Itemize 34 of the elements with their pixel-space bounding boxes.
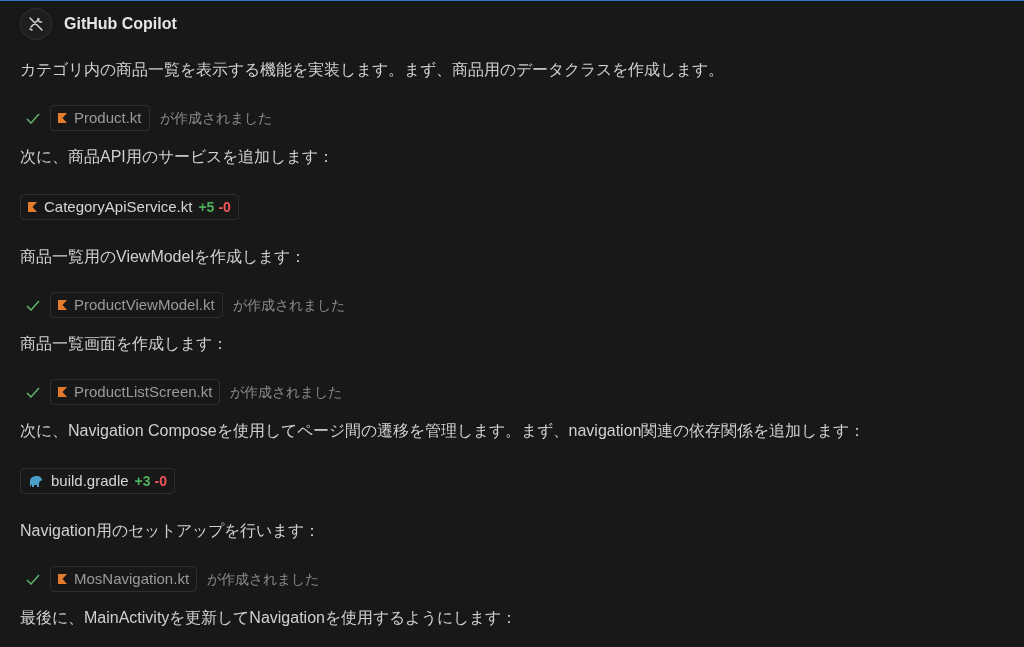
added-count: +3 (134, 471, 151, 491)
message-text: 商品一覧画面を作成します： (20, 334, 229, 354)
elephant-icon (28, 475, 44, 487)
kotlin-file-icon (58, 574, 67, 584)
file-chip[interactable]: CategoryApiService.kt +5 -0 (20, 194, 239, 220)
file-chip[interactable]: ProductViewModel.kt (50, 292, 223, 318)
file-chip[interactable]: Product.kt (50, 105, 150, 131)
file-name: Product.kt (74, 107, 142, 128)
file-chip[interactable]: MosNavigation.kt (50, 566, 198, 592)
file-name: ProductListScreen.kt (74, 381, 213, 402)
message-text: 商品一覧用のViewModelを作成します： (20, 247, 307, 267)
kotlin-file-icon (28, 202, 37, 212)
message-text: Navigation用のセットアップを行います： (20, 521, 321, 541)
kotlin-file-icon (58, 113, 67, 123)
file-chip[interactable]: ProductListScreen.kt (50, 379, 221, 405)
status-text: が作成されました (230, 382, 343, 402)
removed-count: -0 (218, 197, 231, 217)
message-text: 次に、商品API用のサービスを追加します： (20, 147, 335, 167)
message-text: 最後に、MainActivityを更新してNavigationを使用するようにします： (20, 608, 518, 628)
kotlin-file-icon (58, 300, 67, 310)
file-name: MosNavigation.kt (74, 568, 190, 589)
file-name: CategoryApiService.kt (44, 196, 193, 217)
assistant-name: GitHub Copilot (64, 14, 177, 34)
status-text: が作成されました (159, 108, 272, 128)
status-text: が作成されました (207, 569, 320, 589)
file-name: ProductViewModel.kt (74, 294, 215, 315)
kotlin-file-icon (58, 387, 67, 397)
added-count: +5 (198, 197, 215, 217)
message-text: 次に、Navigation Composeを使用してページ間の遷移を管理します。まず、navigation関連の依存関係を追加します： (20, 421, 867, 441)
file-name: build.gradle (51, 470, 129, 491)
file-chip[interactable]: build.gradle +3 -0 (20, 468, 175, 494)
removed-count: -0 (154, 471, 167, 491)
message-text: カテゴリ内の商品一覧を表示する機能を実装します。まず、商品用のデータクラスを作成します。 (20, 60, 725, 80)
status-text: が作成されました (232, 295, 345, 315)
